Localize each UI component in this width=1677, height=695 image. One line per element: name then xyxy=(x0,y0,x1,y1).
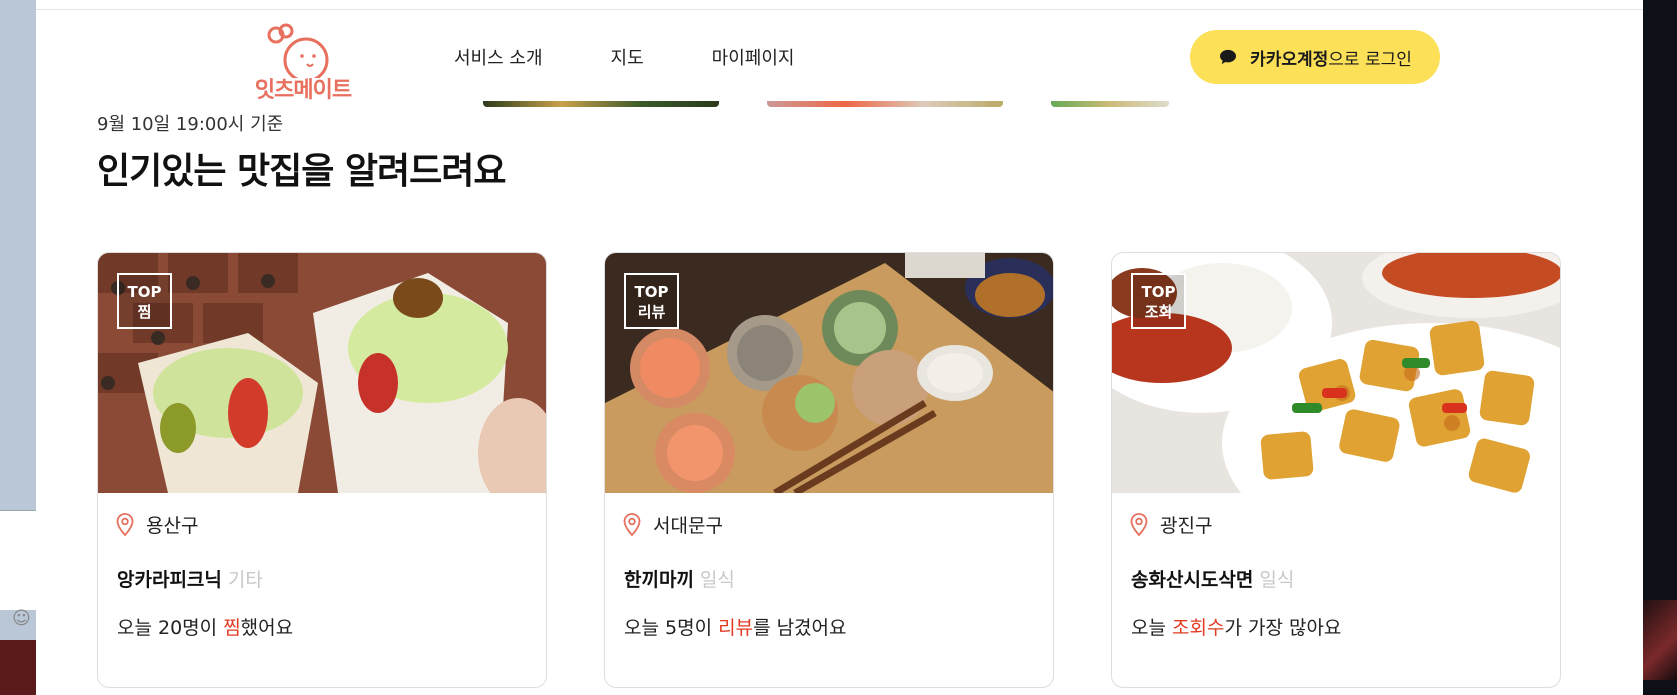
restaurant-name-line: 앙카라피크닉 기타 xyxy=(117,565,263,592)
carousel-image-fragment xyxy=(1051,101,1169,107)
ranking-timestamp: 9월 10일 19:00시 기준 xyxy=(97,114,284,135)
nav-service-intro[interactable]: 서비스 소개 xyxy=(454,44,543,70)
emoji-icon: ☺ xyxy=(12,608,31,629)
page-title: 인기있는 맛집을 알려드려요 xyxy=(97,151,507,192)
restaurant-category: 일식 xyxy=(1259,569,1295,591)
logo-text: 잇츠메이트 xyxy=(254,78,352,103)
location: 광진구 xyxy=(1130,511,1212,538)
restaurant-name-line: 송화산시도삭면 일식 xyxy=(1131,565,1294,592)
restaurant-name: 한끼마끼 xyxy=(624,569,694,591)
background-window xyxy=(0,510,36,610)
restaurant-category: 기타 xyxy=(227,569,263,591)
district-label: 용산구 xyxy=(146,515,199,537)
top-badge: TOP 조회 xyxy=(1131,273,1186,329)
district-label: 서대문구 xyxy=(653,515,723,537)
top-badge: TOP 리뷰 xyxy=(624,273,679,329)
map-pin-icon xyxy=(116,512,134,536)
kakao-talk-bubble-icon xyxy=(1220,49,1237,65)
district-label: 광진구 xyxy=(1160,515,1213,537)
login-label-strong: 카카오계정 xyxy=(1250,49,1329,70)
restaurant-photo: TOP 조회 xyxy=(1112,253,1560,493)
location: 용산구 xyxy=(116,511,198,538)
restaurant-name: 앙카라피크닉 xyxy=(117,569,222,591)
carousel-image-fragment xyxy=(483,101,719,107)
site-logo[interactable]: 잇츠메이트 xyxy=(250,22,356,104)
site-header: 잇츠메이트 서비스 소개 지도 마이페이지 카카오계정 으로 로그인 xyxy=(36,10,1643,105)
map-pin-icon xyxy=(623,512,641,536)
nav-mypage[interactable]: 마이페이지 xyxy=(712,44,795,70)
browser-page: 잇츠메이트 서비스 소개 지도 마이페이지 카카오계정 으로 로그인 9월 10… xyxy=(36,0,1643,695)
desktop-background-left: ☺ xyxy=(0,0,36,695)
restaurant-photo: TOP 찜 xyxy=(98,253,546,493)
restaurant-name-line: 한끼마끼 일식 xyxy=(624,565,735,592)
popularity-stat: 오늘 5명이 리뷰를 남겼어요 xyxy=(624,617,847,639)
main-nav: 서비스 소개 지도 마이페이지 xyxy=(454,44,862,70)
chef-face-logo-icon xyxy=(267,23,329,78)
restaurant-category: 일식 xyxy=(699,569,735,591)
restaurant-name: 송화산시도삭면 xyxy=(1131,569,1254,591)
location: 서대문구 xyxy=(623,511,723,538)
desktop-background-right xyxy=(1643,0,1677,695)
restaurant-card[interactable]: TOP 조회 광진구 송화산시도삭면 일식 오늘 조회수가 가장 많아요 xyxy=(1111,252,1561,688)
top-badge: TOP 찜 xyxy=(117,273,172,329)
login-label-rest: 으로 로그인 xyxy=(1328,49,1412,70)
map-pin-icon xyxy=(1130,512,1148,536)
carousel-image-fragment xyxy=(767,101,1003,107)
restaurant-photo: TOP 리뷰 xyxy=(605,253,1053,493)
taskbar-fragment xyxy=(0,640,36,695)
restaurant-card[interactable]: TOP 리뷰 서대문구 한끼마끼 일식 오늘 5명이 리뷰를 남겼어요 xyxy=(604,252,1054,688)
restaurant-card[interactable]: TOP 찜 용산구 앙카라피크닉 기타 오늘 20명이 찜했어요 xyxy=(97,252,547,688)
popularity-stat: 오늘 조회수가 가장 많아요 xyxy=(1131,617,1342,639)
nav-map[interactable]: 지도 xyxy=(611,44,644,70)
kakao-login-button[interactable]: 카카오계정 으로 로그인 xyxy=(1190,30,1440,84)
popularity-stat: 오늘 20명이 찜했어요 xyxy=(117,617,294,639)
